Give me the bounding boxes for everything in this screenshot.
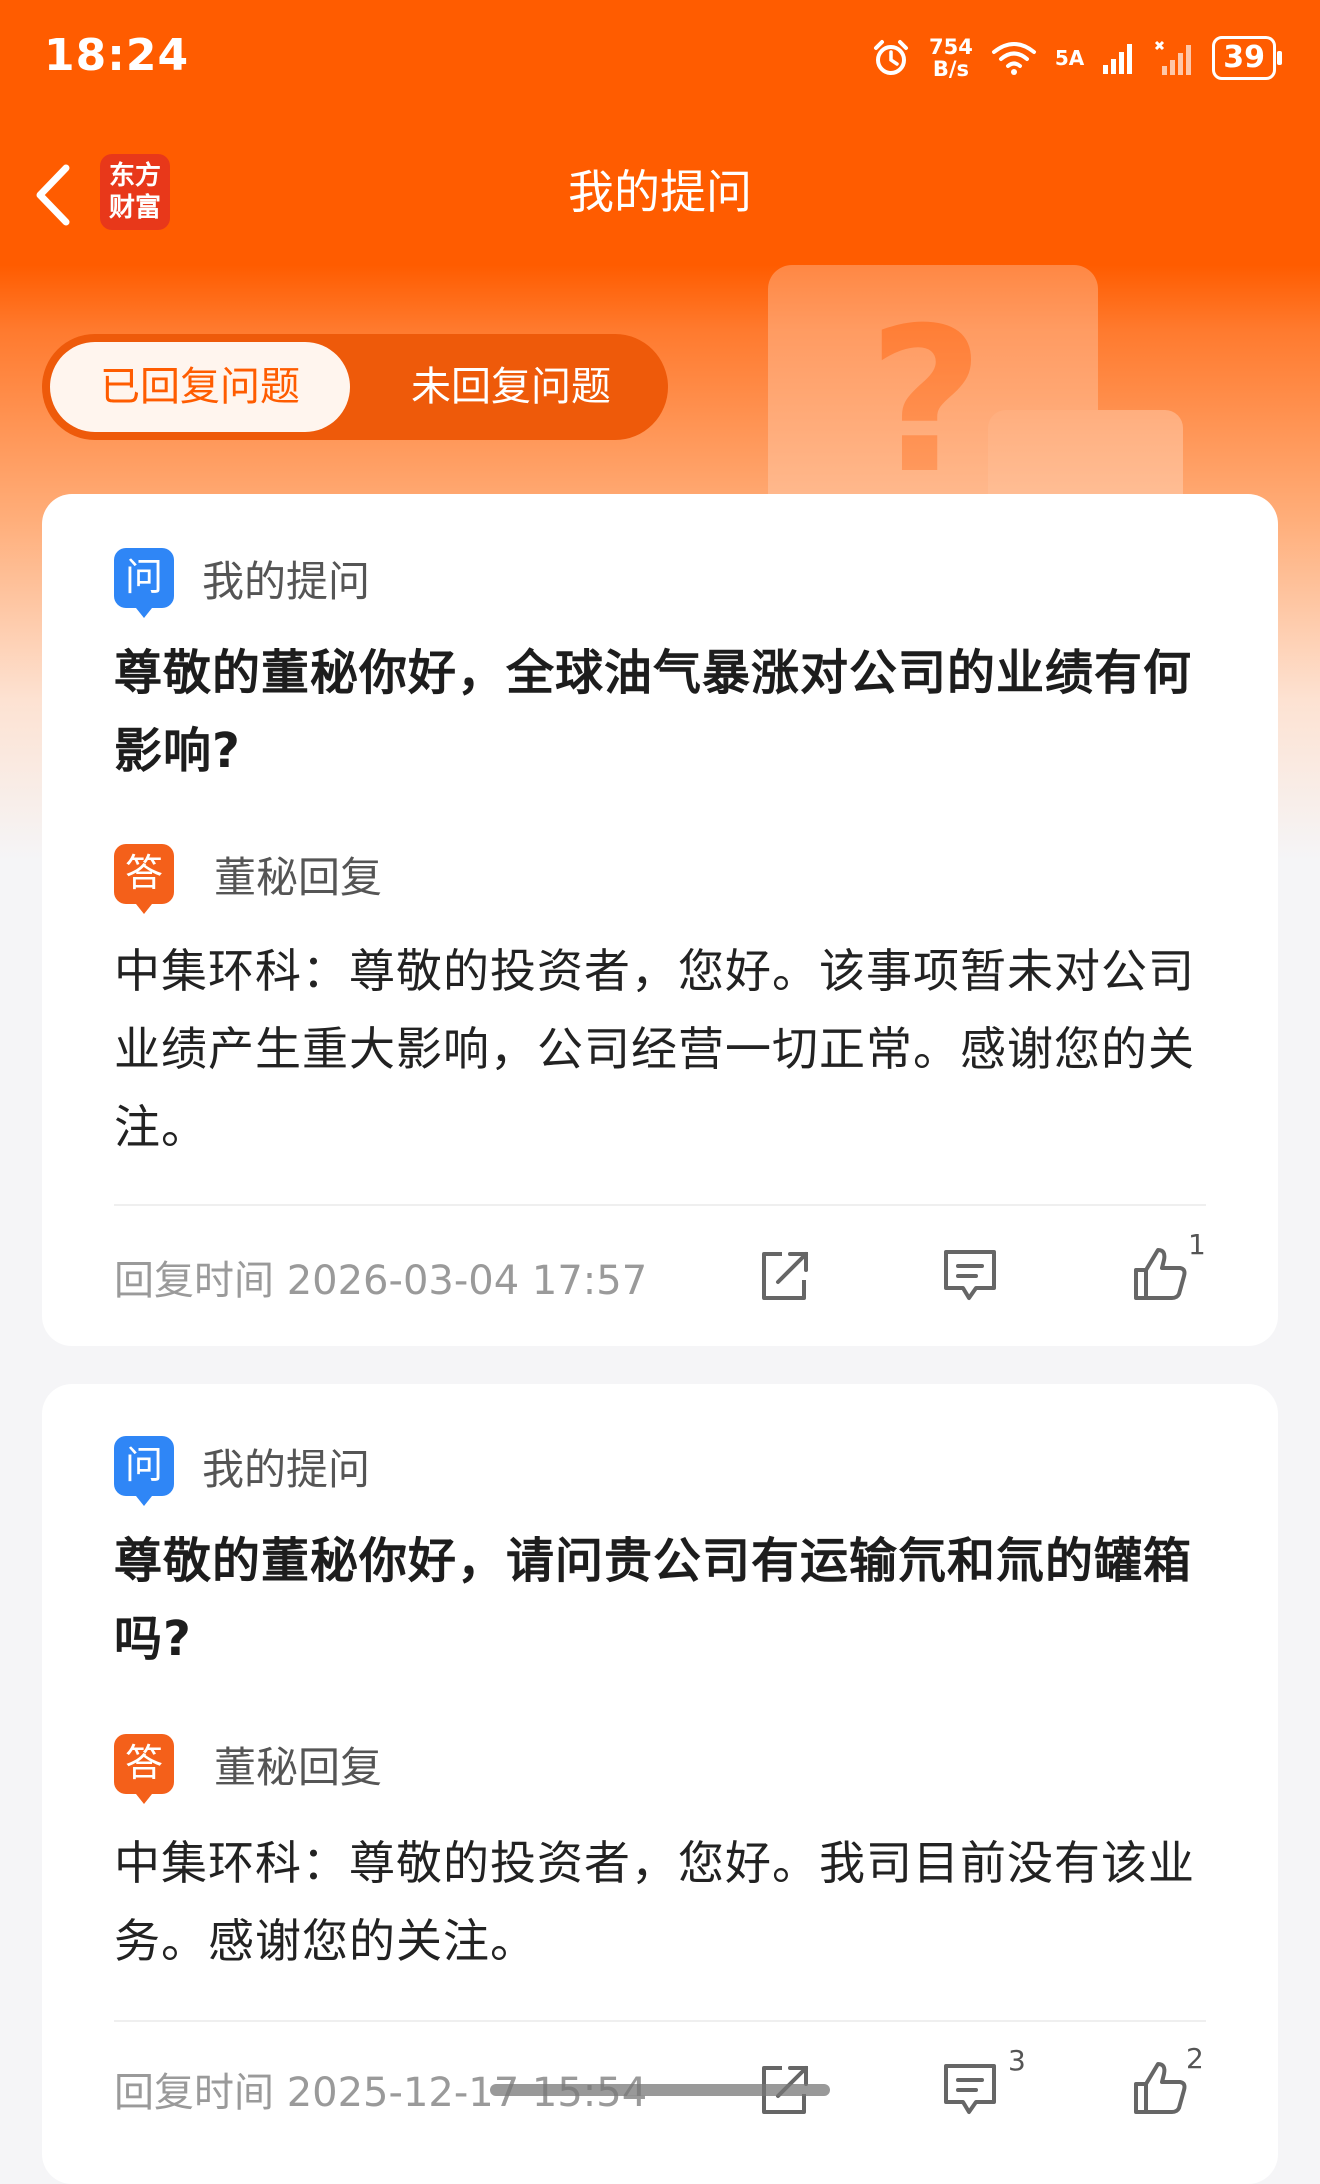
network-speed: 754 B/s <box>929 36 973 80</box>
answer-badge-icon: 答 <box>114 844 174 914</box>
tab-unreplied[interactable]: 未回复问题 <box>362 342 660 432</box>
divider <box>114 1204 1206 1206</box>
answer-label: 董秘回复 <box>214 853 383 902</box>
like-count: 1 <box>1188 1228 1206 1261</box>
home-indicator[interactable] <box>490 2084 830 2096</box>
speed-value: 754 <box>929 35 973 59</box>
status-bar: 18:24 754 B/s 5A 39 <box>0 0 1320 120</box>
alarm-icon <box>874 40 908 75</box>
wifi-icon <box>991 42 1036 75</box>
question-text: 尊敬的董秘你好，请问贵公司有运输氘和氚的罐箱吗? <box>114 1533 1193 1667</box>
question-badge-icon: 问 <box>114 548 174 618</box>
question-badge-icon: 问 <box>114 1436 174 1506</box>
question-label: 我的提问 <box>202 557 371 606</box>
question-text: 尊敬的董秘你好，全球油气暴涨对公司的业绩有何影响? <box>114 645 1193 779</box>
speed-unit: B/s <box>932 57 970 81</box>
answer-badge-icon: 答 <box>114 1734 174 1804</box>
like-icon[interactable] <box>1130 1244 1190 1304</box>
signal-icon <box>1103 44 1133 74</box>
tab-bar: 已回复问题 未回复问题 <box>42 334 668 440</box>
qa-card[interactable]: 问 我的提问 尊敬的董秘你好，全球油气暴涨对公司的业绩有何影响? 答 董秘回复 … <box>42 494 1278 1346</box>
status-icons: 754 B/s 5A 39 <box>871 30 1282 86</box>
like-icon[interactable] <box>1130 2058 1190 2118</box>
network-type: 5A <box>1054 46 1085 70</box>
signal-icon <box>1155 40 1192 75</box>
answer-text: 中集环科：尊敬的投资者，您好。该事项暂未对公司业绩产生重大影响，公司经营一切正常… <box>114 944 1195 1154</box>
divider <box>114 2020 1206 2022</box>
page-title: 我的提问 <box>568 165 752 219</box>
qa-card[interactable]: 问 我的提问 尊敬的董秘你好，请问贵公司有运输氘和氚的罐箱吗? 答 董秘回复 中… <box>42 1384 1278 2184</box>
tab-replied[interactable]: 已回复问题 <box>50 342 350 432</box>
reply-time: 回复时间 2026-03-04 17:57 <box>114 1258 648 1304</box>
svg-text:?: ? <box>868 285 984 518</box>
answer-text: 中集环科：尊敬的投资者，您好。我司目前没有该业务。感谢您的关注。 <box>114 1836 1195 1968</box>
like-count: 2 <box>1186 2042 1204 2075</box>
battery-indicator: 39 <box>1212 36 1282 80</box>
comment-count: 3 <box>1008 2044 1026 2077</box>
answer-label: 董秘回复 <box>214 1743 383 1792</box>
status-time: 18:24 <box>44 30 190 81</box>
comment-icon[interactable] <box>940 1246 1000 1306</box>
nav-bar: 东方 财富 我的提问 <box>0 120 1320 265</box>
question-label: 我的提问 <box>202 1445 371 1494</box>
share-icon[interactable] <box>754 1246 814 1306</box>
comment-icon[interactable] <box>940 2060 1000 2120</box>
